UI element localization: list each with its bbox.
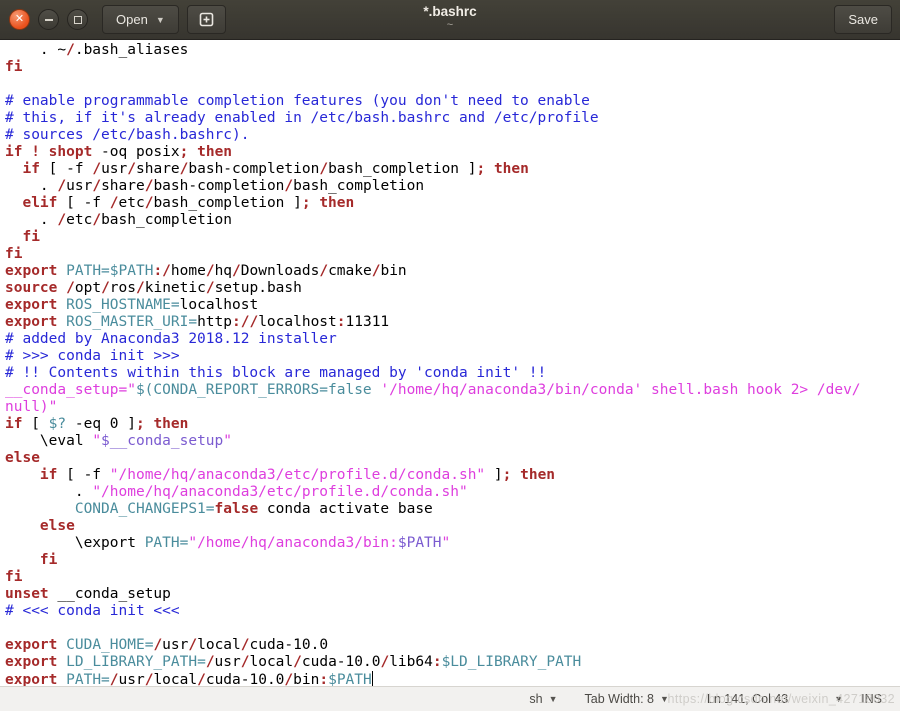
open-button[interactable]: Open ▼ — [102, 5, 179, 34]
code-line: CONDA_CHANGEPS1=false conda activate bas… — [5, 501, 900, 518]
code-line: # enable programmable completion feature… — [5, 93, 900, 110]
chevron-down-icon: ▼ — [834, 694, 843, 704]
insert-mode-indicator: INS — [861, 692, 882, 706]
code-line: if [ -f /usr/share/bash-completion/bash_… — [5, 161, 900, 178]
code-line: # added by Anaconda3 2018.12 installer — [5, 331, 900, 348]
code-line: export ROS_HOSTNAME=localhost — [5, 297, 900, 314]
code-line: # this, if it's already enabled in /etc/… — [5, 110, 900, 127]
close-icon: ✕ — [15, 14, 24, 25]
chevron-down-icon: ▼ — [660, 694, 669, 704]
text-cursor — [372, 671, 374, 686]
code-line: \export PATH="/home/hq/anaconda3/bin:$PA… — [5, 535, 900, 552]
code-line: __conda_setup="$(CONDA_REPORT_ERRORS=fal… — [5, 382, 900, 399]
code-line: if ! shopt -oq posix; then — [5, 144, 900, 161]
code-line — [5, 76, 900, 93]
code-line: . "/home/hq/anaconda3/etc/profile.d/cond… — [5, 484, 900, 501]
code-line: else — [5, 450, 900, 467]
chevron-down-icon: ▼ — [549, 694, 558, 704]
code-line: # <<< conda init <<< — [5, 603, 900, 620]
code-line: else — [5, 518, 900, 535]
maximize-icon — [74, 16, 82, 24]
insert-mode-text: INS — [861, 692, 882, 706]
new-document-icon — [198, 11, 215, 28]
code-line: source /opt/ros/kinetic/setup.bash — [5, 280, 900, 297]
code-line: # >>> conda init >>> — [5, 348, 900, 365]
code-line: # sources /etc/bash.bashrc). — [5, 127, 900, 144]
cursor-position-label: Ln 141, Col 43 — [707, 692, 788, 706]
tab-width-selector[interactable]: Tab Width: 8 ▼ — [585, 692, 669, 706]
minimize-icon — [45, 19, 53, 21]
language-label: sh — [529, 692, 542, 706]
close-button[interactable]: ✕ — [9, 9, 30, 30]
code-line: export ROS_MASTER_URI=http://localhost:1… — [5, 314, 900, 331]
line-col-text: Ln 141, Col 43 — [707, 692, 788, 706]
code-line: . /usr/share/bash-completion/bash_comple… — [5, 178, 900, 195]
code-line: fi — [5, 229, 900, 246]
code-line: . /etc/bash_completion — [5, 212, 900, 229]
code-line: if [ $? -eq 0 ]; then — [5, 416, 900, 433]
code-line: fi — [5, 569, 900, 586]
new-document-button[interactable] — [187, 5, 226, 34]
code-line: export PATH=$PATH:/home/hq/Downloads/cma… — [5, 263, 900, 280]
code-line: export PATH=/usr/local/cuda-10.0/bin:$PA… — [5, 671, 900, 686]
maximize-button[interactable] — [67, 9, 88, 30]
code-line: null)" — [5, 399, 900, 416]
tab-width-label: Tab Width: 8 — [585, 692, 654, 706]
code-line: fi — [5, 59, 900, 76]
status-dropdown[interactable]: ▼ — [834, 694, 843, 704]
code-line: fi — [5, 552, 900, 569]
code-line: elif [ -f /etc/bash_completion ]; then — [5, 195, 900, 212]
code-line: export CUDA_HOME=/usr/local/cuda-10.0 — [5, 637, 900, 654]
code-line: export LD_LIBRARY_PATH=/usr/local/cuda-1… — [5, 654, 900, 671]
window-controls: ✕ — [9, 9, 88, 30]
minimize-button[interactable] — [38, 9, 59, 30]
text-editor[interactable]: . ~/.bash_aliasesfi# enable programmable… — [0, 40, 900, 686]
code-line: \eval "$__conda_setup" — [5, 433, 900, 450]
code-line — [5, 620, 900, 637]
chevron-down-icon: ▼ — [156, 15, 165, 25]
header-bar: ✕ Open ▼ *.bashrc ~ Save — [0, 0, 900, 40]
code-line: if [ -f "/home/hq/anaconda3/etc/profile.… — [5, 467, 900, 484]
code-line: unset __conda_setup — [5, 586, 900, 603]
code-line: . ~/.bash_aliases — [5, 42, 900, 59]
language-selector[interactable]: sh ▼ — [529, 692, 557, 706]
save-button[interactable]: Save — [834, 5, 892, 34]
save-button-label: Save — [848, 12, 878, 27]
status-bar: sh ▼ Tab Width: 8 ▼ Ln 141, Col 43 ▼ INS… — [0, 686, 900, 711]
open-button-label: Open — [116, 12, 148, 27]
code-line: # !! Contents within this block are mana… — [5, 365, 900, 382]
code-line: fi — [5, 246, 900, 263]
